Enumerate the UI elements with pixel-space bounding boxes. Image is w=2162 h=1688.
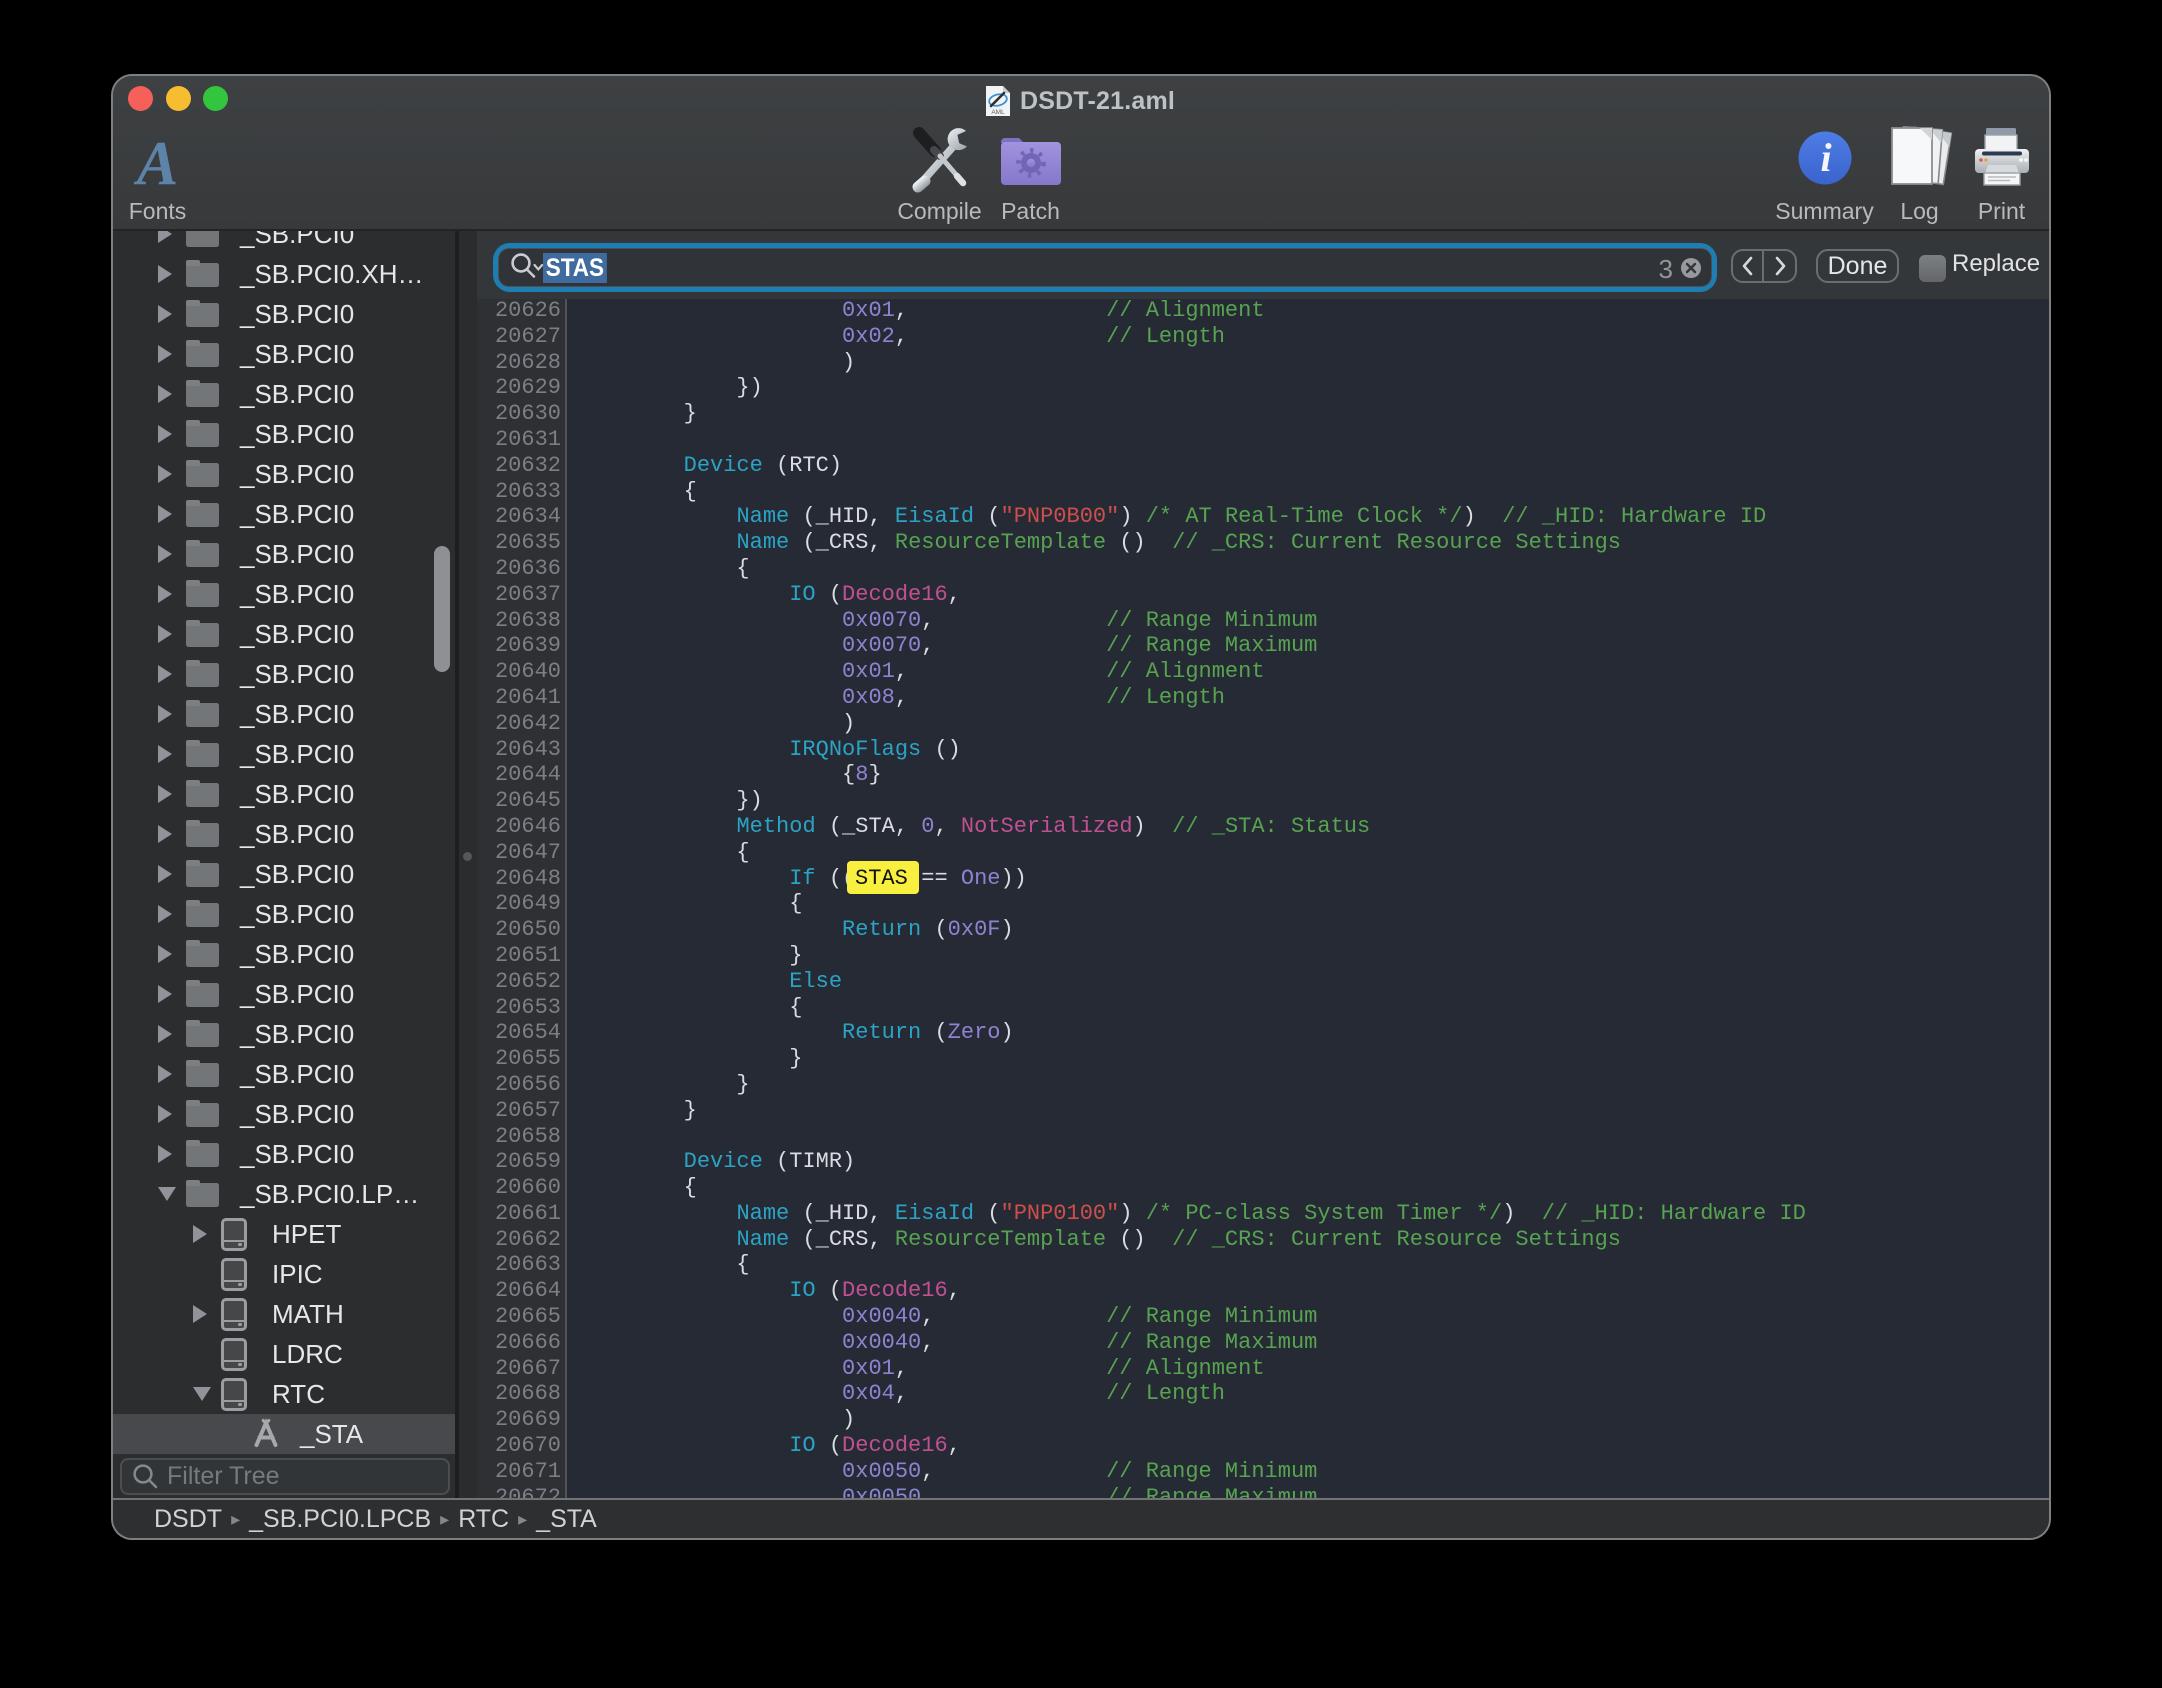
svg-text:AML: AML bbox=[991, 109, 1005, 116]
svg-text:i: i bbox=[1820, 135, 1831, 180]
